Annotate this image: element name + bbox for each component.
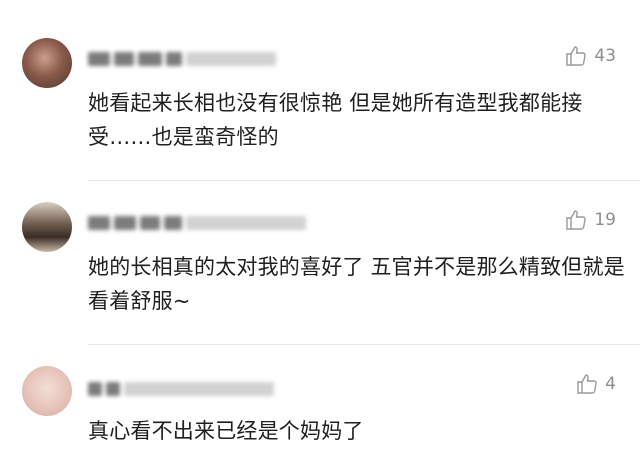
like-count: 4 <box>605 374 616 394</box>
avatar[interactable] <box>22 366 72 416</box>
like-count: 43 <box>594 46 616 66</box>
thumbs-up-icon <box>566 46 587 66</box>
comment-text: 她看起来长相也没有很惊艳 但是她所有造型我都能接受……也是蛮奇怪的 <box>88 91 583 149</box>
like-button[interactable]: 4 <box>575 372 616 396</box>
comment-text: 真心看不出来已经是个妈妈了 <box>88 419 364 443</box>
divider <box>88 344 640 345</box>
comment-text: 她的长相真的太对我的喜好了 五官并不是那么精致但就是看着舒服~ <box>88 255 625 313</box>
thumbs-up-icon <box>577 374 597 394</box>
avatar[interactable] <box>22 202 72 252</box>
username-blurred[interactable] <box>88 48 276 70</box>
avatar[interactable] <box>22 38 72 88</box>
like-button[interactable]: 43 <box>564 44 616 68</box>
username-blurred[interactable] <box>88 212 306 234</box>
like-count: 19 <box>594 210 616 230</box>
thumbs-up-icon <box>566 210 587 230</box>
like-button[interactable]: 19 <box>564 208 616 232</box>
divider <box>88 180 640 181</box>
username-blurred[interactable] <box>88 378 274 400</box>
